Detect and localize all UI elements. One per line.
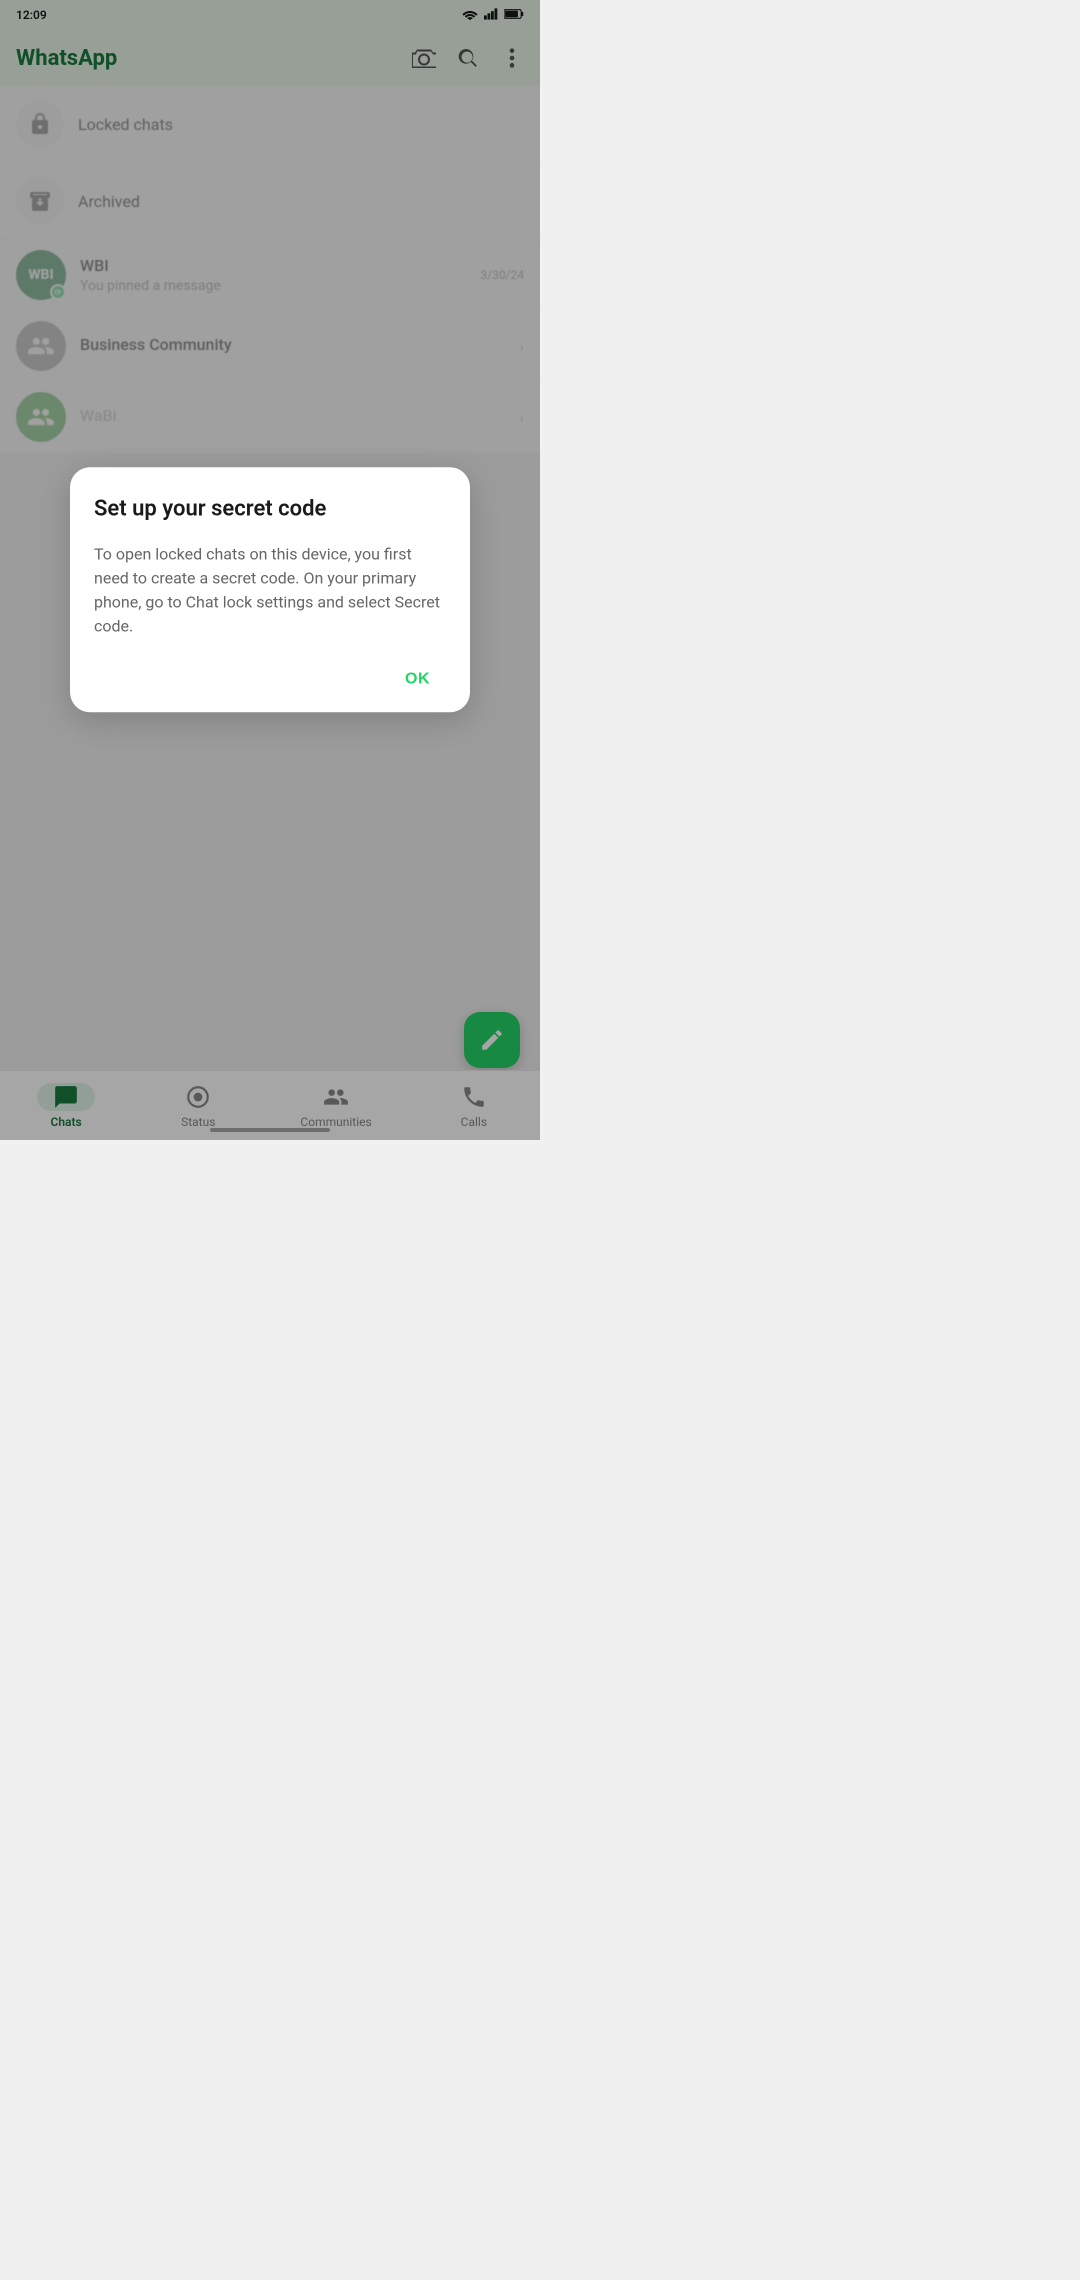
dialog-body: To open locked chats on this device, you…	[94, 542, 446, 638]
dialog-actions: OK	[94, 662, 446, 696]
dialog-title: Set up your secret code	[94, 495, 446, 524]
dialog-ok-button[interactable]: OK	[389, 662, 446, 696]
secret-code-dialog: Set up your secret code To open locked c…	[70, 467, 470, 712]
